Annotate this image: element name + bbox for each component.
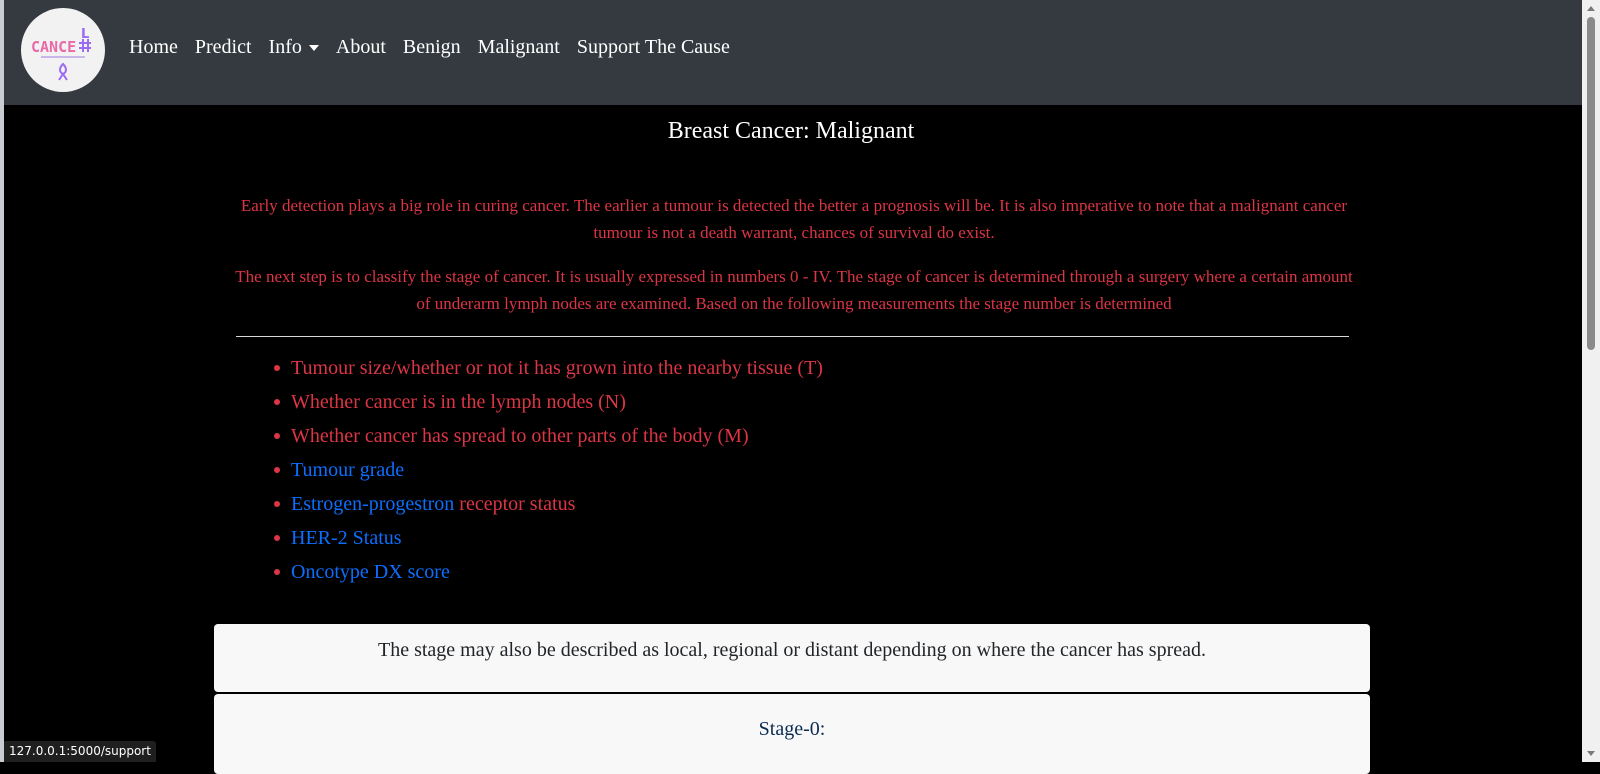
- bullet-icon: [274, 501, 280, 507]
- stage-0-card: Stage-0:: [214, 694, 1370, 774]
- brand-logo[interactable]: CANCE L: [21, 8, 105, 92]
- nav-benign-label: Benign: [402, 36, 461, 58]
- nav-home-label: Home: [129, 36, 178, 58]
- staging-factors-list: Tumour size/whether or not it has grown …: [272, 355, 823, 593]
- list-item: Whether cancer is in the lymph nodes (N): [272, 389, 823, 423]
- bullet-icon: [274, 535, 280, 541]
- caret-down-icon: [308, 44, 319, 51]
- ribbon-icon: [58, 62, 68, 81]
- bullet-icon: [274, 365, 280, 371]
- navbar: CANCE L Home Predict Info About Benign M…: [4, 0, 1582, 105]
- window-border: [0, 0, 4, 762]
- nav-about-label: About: [335, 36, 386, 58]
- nav-malignant-label: Malignant: [477, 36, 560, 58]
- oncotype-dx-link[interactable]: Oncotype DX score: [291, 561, 450, 583]
- list-item: HER-2 Status: [272, 525, 823, 559]
- scroll-thumb[interactable]: [1587, 17, 1595, 350]
- nav-about[interactable]: About: [336, 36, 386, 59]
- tumour-grade-link[interactable]: Tumour grade: [291, 459, 404, 481]
- page-title: Breast Cancer: Malignant: [667, 118, 915, 144]
- nav-support[interactable]: Support The Cause: [577, 36, 730, 59]
- bullet-icon: [274, 569, 280, 575]
- intro-paragraph: Early detection plays a big role in curi…: [240, 196, 1348, 242]
- link-status-bar: 127.0.0.1:5000/support: [4, 741, 156, 762]
- her2-status-link[interactable]: HER-2 Status: [291, 527, 402, 549]
- stage-description-text: The stage may also be described as local…: [377, 639, 1207, 661]
- list-item: Tumour size/whether or not it has grown …: [272, 355, 823, 389]
- divider: [236, 336, 1349, 337]
- stage-description-card: The stage may also be described as local…: [214, 624, 1370, 692]
- stage-0-heading: Stage-0:: [758, 718, 826, 740]
- nav-info-dropdown[interactable]: Info: [269, 36, 319, 59]
- logo-wordmark: CANCE: [31, 38, 76, 56]
- list-item-text: Whether cancer is in the lymph nodes (N): [291, 391, 626, 413]
- nav-support-label: Support The Cause: [576, 36, 730, 58]
- staging-paragraph: The next step is to classify the stage o…: [235, 267, 1353, 313]
- nav-benign[interactable]: Benign: [403, 36, 461, 59]
- scroll-down-arrow-icon[interactable]: [1587, 751, 1595, 756]
- nav-home[interactable]: Home: [129, 36, 178, 59]
- list-item: Oncotype DX score: [272, 559, 823, 593]
- nav-predict-label: Predict: [194, 36, 252, 58]
- list-item: Whether cancer has spread to other parts…: [272, 423, 823, 457]
- list-item: Estrogen-progestron receptor status: [272, 491, 823, 525]
- bullet-icon: [274, 433, 280, 439]
- vertical-scrollbar[interactable]: [1582, 0, 1600, 762]
- scroll-up-arrow-icon[interactable]: [1587, 6, 1595, 11]
- nav-predict[interactable]: Predict: [195, 36, 252, 59]
- logo-image: CANCE L: [31, 27, 91, 81]
- nav-malignant[interactable]: Malignant: [478, 36, 560, 59]
- bullet-icon: [274, 399, 280, 405]
- list-item: Tumour grade: [272, 457, 823, 491]
- nav-info-label: Info: [268, 36, 302, 58]
- nav-links: Home Predict Info About Benign Malignant…: [129, 36, 747, 59]
- list-item-text: Whether cancer has spread to other parts…: [291, 425, 749, 447]
- estrogen-progestron-link[interactable]: Estrogen-progestron: [291, 493, 454, 515]
- bullet-icon: [274, 467, 280, 473]
- list-item-text: Tumour size/whether or not it has grown …: [291, 357, 823, 379]
- list-item-text: receptor status: [454, 493, 576, 515]
